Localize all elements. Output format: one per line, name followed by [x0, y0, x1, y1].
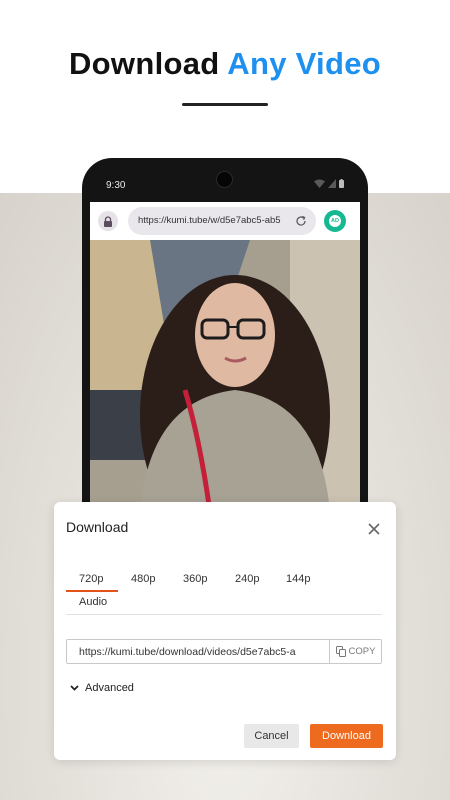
status-bar: 9:30 — [82, 158, 368, 202]
phone-mockup: 9:30 https://kumi.tube/w/d5e7abc5-ab5 AD — [82, 158, 368, 538]
dialog-title: Download — [66, 519, 129, 535]
download-button[interactable]: Download — [310, 724, 383, 748]
wifi-icon — [314, 179, 325, 188]
headline-underline — [182, 103, 268, 106]
tab-360p[interactable]: 360p — [183, 573, 207, 585]
cellular-signal-icon — [328, 179, 336, 188]
video-thumbnail-image — [90, 240, 360, 512]
tab-480p[interactable]: 480p — [131, 573, 155, 585]
selected-tab-indicator — [66, 590, 118, 592]
copy-button-label: COPY — [348, 646, 376, 657]
reload-icon[interactable] — [294, 214, 308, 228]
tab-audio[interactable]: Audio — [79, 596, 107, 608]
copy-icon — [335, 646, 346, 657]
advanced-label: Advanced — [85, 682, 134, 694]
advanced-toggle[interactable]: Advanced — [70, 682, 134, 694]
headline-part-2: Any Video — [227, 46, 381, 81]
status-time: 9:30 — [106, 180, 126, 191]
ad-block-icon[interactable]: AD — [324, 210, 346, 232]
cancel-button[interactable]: Cancel — [244, 724, 299, 748]
download-dialog: Download 720p 480p 360p 240p 144p Audio … — [54, 502, 396, 760]
tab-144p[interactable]: 144p — [286, 573, 310, 585]
browser-window: https://kumi.tube/w/d5e7abc5-ab5 AD — [90, 202, 360, 512]
chevron-down-icon — [70, 685, 79, 691]
copy-button[interactable]: COPY — [329, 639, 382, 664]
headline: Download Any Video — [0, 46, 450, 82]
address-bar[interactable]: https://kumi.tube/w/d5e7abc5-ab5 — [128, 207, 316, 235]
site-info-button[interactable] — [98, 211, 118, 231]
tab-720p[interactable]: 720p — [79, 573, 103, 585]
tabs-divider — [66, 614, 382, 615]
address-text[interactable]: https://kumi.tube/w/d5e7abc5-ab5 — [138, 215, 286, 226]
tab-240p[interactable]: 240p — [235, 573, 259, 585]
video-content[interactable] — [90, 240, 360, 512]
front-camera — [216, 171, 233, 188]
status-icons — [314, 179, 344, 188]
close-icon[interactable] — [366, 521, 382, 537]
battery-icon — [339, 179, 344, 188]
headline-part-1: Download — [69, 46, 228, 81]
ad-badge-label: AD — [329, 215, 341, 227]
lock-icon — [104, 215, 112, 227]
download-url-field[interactable]: https://kumi.tube/download/videos/d5e7ab… — [66, 639, 330, 664]
url-bar: https://kumi.tube/w/d5e7abc5-ab5 AD — [90, 202, 360, 240]
